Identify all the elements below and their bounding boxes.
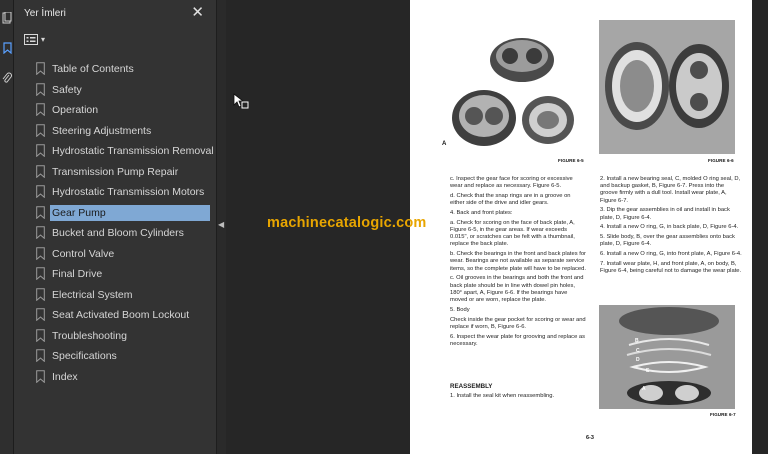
figure-label: E — [646, 368, 650, 374]
bookmark-label: Bucket and Bloom Cylinders — [52, 227, 184, 239]
chevron-down-icon: ▾ — [41, 35, 46, 44]
bookmark-icon — [36, 226, 45, 239]
left-text-column: c. Inspect the gear face for scoring or … — [450, 176, 586, 351]
bookmark-icon — [36, 205, 45, 219]
bookmark-icon — [36, 349, 45, 362]
bookmark-item[interactable]: Operation — [32, 100, 216, 121]
bookmark-item[interactable]: Specifications — [32, 346, 216, 367]
bookmark-icon — [36, 185, 45, 198]
bookmark-label: Specifications — [52, 350, 117, 362]
paragraph: c. Oil grooves in the bearings and both … — [450, 275, 584, 304]
bookmark-icon — [36, 82, 45, 96]
bookmark-label: Transmission Pump Repair — [52, 165, 179, 178]
paragraph: 7. Install wear plate, H, and front plat… — [600, 261, 742, 275]
bookmark-icon — [36, 123, 45, 137]
bookmark-item[interactable]: Bucket and Bloom Cylinders — [32, 223, 216, 244]
bookmark-item[interactable]: Hydrostatic Transmission Motors — [32, 182, 216, 203]
bookmark-item[interactable]: Steering Adjustments — [32, 121, 216, 142]
paragraph: d. Check that the snap rings are in a gr… — [450, 193, 571, 207]
bookmark-label: Index — [52, 370, 78, 383]
bookmark-icon — [36, 267, 45, 280]
pdf-reader-window: Yer İmleri ✕ ▾ Table of Contents Safety Op… — [0, 0, 768, 454]
paragraph: 5. Body — [450, 306, 470, 313]
figure-caption: FIGURE 6-5 — [558, 158, 584, 163]
paragraph: Check inside the gear pocket for scoring… — [450, 316, 586, 330]
figure-caption: FIGURE 6-7 — [710, 412, 736, 417]
figure-label: C — [636, 348, 640, 354]
bookmark-item[interactable]: Hydrostatic Transmission Removal — [32, 141, 216, 162]
paragraph: 5. Slide body, B, over the gear assembli… — [600, 234, 735, 248]
cursor-icon — [233, 93, 249, 109]
figure-label: D — [636, 357, 640, 363]
bookmark-label: Operation — [52, 104, 99, 116]
bookmark-item[interactable]: Control Valve — [32, 244, 216, 265]
paragraph: b. Check the bearings in the front and b… — [450, 251, 586, 272]
bookmark-item[interactable]: Troubleshooting — [32, 326, 216, 347]
reassembly-section: REASSEMBLY 1. Install the seal kit when … — [450, 383, 586, 403]
panel-header: Yer İmleri ✕ — [14, 0, 216, 28]
collapse-arrow-icon[interactable]: ◀ — [218, 220, 224, 229]
bookmark-panel-icon[interactable] — [1, 42, 13, 56]
figure-caption: FIGURE 6-6 — [708, 158, 734, 163]
bookmark-icon — [36, 246, 45, 260]
reassembly-step: 1. Install the seal kit when reassemblin… — [450, 392, 555, 399]
attachment-icon[interactable] — [1, 72, 13, 86]
bookmark-icon — [36, 103, 45, 116]
bookmark-label: Control Valve — [52, 247, 115, 260]
bookmark-item[interactable]: Table of Contents — [32, 59, 216, 80]
bookmark-label: Hydrostatic Transmission Motors — [52, 186, 205, 198]
paragraph: 4. Back and front plates: — [450, 210, 513, 216]
paragraph: 6. Install a new O ring, G, into front p… — [600, 251, 742, 258]
bookmark-item[interactable]: Seat Activated Boom Lockout — [32, 305, 216, 326]
paragraph: 2. Install a new bearing seal, C, molded… — [600, 176, 741, 204]
options-menu-icon — [24, 34, 38, 45]
bookmark-label: Hydrostatic Transmission Removal — [52, 145, 214, 157]
figure-6-7-photo — [599, 305, 735, 409]
pdf-page[interactable]: A FIGURE 6-5 FIGURE 6-6 c. Inspect the g… — [410, 0, 752, 454]
options-menu-button[interactable]: ▾ — [24, 33, 52, 49]
bookmark-label: Table of Contents — [52, 63, 134, 75]
bookmark-icon — [36, 328, 45, 342]
pages-icon[interactable] — [1, 11, 13, 26]
page-number: 6-3 — [586, 435, 594, 441]
figure-6-6-photo — [599, 20, 735, 154]
side-toolstrip — [0, 0, 14, 454]
bookmark-label: Safety — [52, 83, 82, 96]
figure-label: B — [635, 338, 639, 344]
section-heading: REASSEMBLY — [450, 383, 493, 390]
panel-splitter[interactable]: ◀ — [216, 0, 226, 454]
figure-label: A — [642, 386, 646, 392]
paragraph: a. Check for scoring on the face of back… — [450, 219, 575, 248]
bookmark-item[interactable]: Gear Pump — [32, 203, 216, 224]
watermark-text: machinecatalogic.com — [267, 215, 427, 231]
panel-title: Yer İmleri — [24, 8, 66, 19]
bookmarks-panel: Yer İmleri ✕ ▾ Table of Contents Safety Op… — [14, 0, 216, 454]
bookmark-icon — [36, 62, 45, 75]
bookmark-icon — [36, 144, 45, 157]
right-text-column: 2. Install a new bearing seal, C, molded… — [600, 176, 742, 278]
bookmark-item[interactable]: Index — [32, 367, 216, 388]
figure-label: A — [442, 141, 447, 147]
bookmark-item[interactable]: Final Drive — [32, 264, 216, 285]
paragraph: 6. Inspect the wear plate for grooving a… — [450, 333, 586, 347]
bookmark-label: Final Drive — [52, 268, 103, 280]
bookmark-label: Troubleshooting — [52, 329, 127, 342]
bookmark-icon — [36, 308, 45, 321]
bookmark-icon — [36, 164, 45, 178]
bookmark-icon — [36, 369, 45, 383]
bookmark-list: Table of Contents Safety Operation Steering… — [32, 59, 216, 387]
bookmark-label: Seat Activated Boom Lockout — [52, 309, 190, 321]
paragraph: c. Inspect the gear face for scoring or … — [450, 176, 573, 190]
bookmark-label: Gear Pump — [50, 204, 210, 221]
bookmark-label: Steering Adjustments — [52, 124, 152, 137]
bookmark-label: Electrical System — [52, 288, 133, 301]
paragraph: 3. Dip the gear assemblies in oil and in… — [600, 207, 730, 221]
bookmark-item[interactable]: Transmission Pump Repair — [32, 162, 216, 183]
close-icon[interactable]: ✕ — [191, 3, 204, 21]
bookmark-icon — [36, 287, 45, 301]
figure-6-5-photo — [448, 20, 576, 152]
bookmark-item[interactable]: Electrical System — [32, 285, 216, 306]
paragraph: 4. Install a new O ring, G, in back plat… — [600, 224, 739, 231]
bookmark-item[interactable]: Safety — [32, 80, 216, 101]
